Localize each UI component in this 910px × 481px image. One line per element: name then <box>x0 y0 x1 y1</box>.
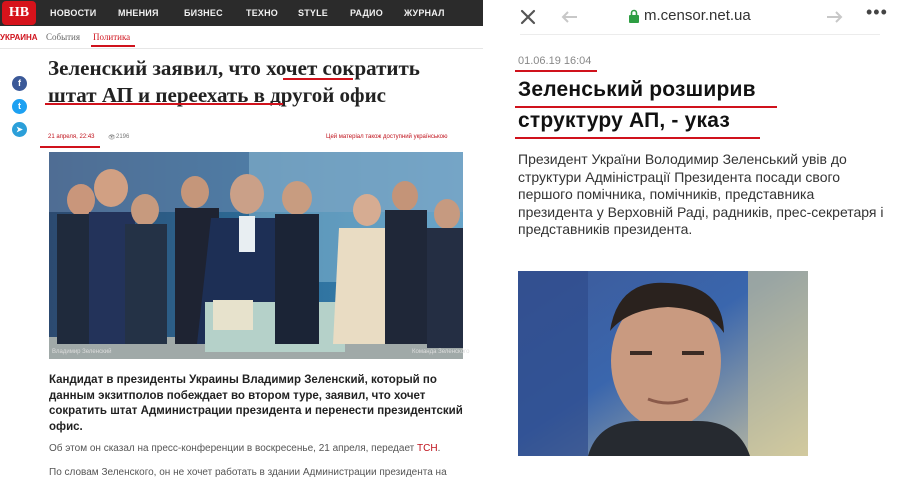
more-menu-icon[interactable]: ••• <box>866 2 888 23</box>
highlight-underline <box>515 106 777 108</box>
site-logo[interactable]: НВ <box>2 1 36 25</box>
article-headline: Зеленський розширив структуру АП, - указ <box>518 74 818 136</box>
article-photo <box>518 271 808 456</box>
section-ukraine[interactable]: УКРАИНА <box>0 33 38 42</box>
twitter-icon[interactable]: t <box>12 99 27 114</box>
photo-credit: Команда Зеленского <box>412 349 470 355</box>
highlight-underline <box>283 78 353 80</box>
nav-radio[interactable]: РАДИО <box>350 0 383 26</box>
paragraph-text: Об этом он сказал на пресс-конференции в… <box>49 443 418 454</box>
headline-line-1: Зеленський розширив <box>518 78 756 101</box>
tab-underline <box>91 45 135 47</box>
source-link[interactable]: ТСН <box>417 443 438 454</box>
photo-caption: Владимир Зеленский <box>52 349 112 355</box>
highlight-underline <box>515 70 597 72</box>
back-arrow-icon[interactable] <box>560 10 578 24</box>
nav-news[interactable]: НОВОСТИ <box>50 0 96 26</box>
tab-politics[interactable]: Политика <box>93 32 130 42</box>
highlight-underline <box>40 146 100 148</box>
article-date: 21 апреля, 22:43 <box>48 134 95 140</box>
headline-line-2: структуру АП, - указ <box>518 109 731 132</box>
eye-icon: 👁 <box>108 135 116 141</box>
sub-nav: УКРАИНА События Политика <box>0 26 483 49</box>
view-count: 2196 <box>116 134 130 140</box>
browser-address-bar: m.censor.net.ua ••• <box>520 0 887 35</box>
highlight-underline <box>515 137 760 139</box>
top-nav-bar: НВ НОВОСТИ МНЕНИЯ БИЗНЕС ТЕХНО STYLE РАД… <box>0 0 483 26</box>
article-paragraph: По словам Зеленского, он не хочет работа… <box>49 467 447 478</box>
nav-tech[interactable]: ТЕХНО <box>246 0 278 26</box>
nav-style[interactable]: STYLE <box>298 0 328 26</box>
left-screenshot: НВ НОВОСТИ МНЕНИЯ БИЗНЕС ТЕХНО STYLE РАД… <box>0 0 483 481</box>
lock-icon <box>629 9 639 23</box>
highlight-underline <box>45 103 283 105</box>
url-text[interactable]: m.censor.net.ua <box>644 7 751 24</box>
paragraph-end: . <box>437 443 441 454</box>
close-icon[interactable] <box>520 9 536 25</box>
forward-arrow-icon[interactable] <box>826 10 844 24</box>
tab-events[interactable]: События <box>46 32 80 42</box>
nav-magazine[interactable]: ЖУРНАЛ <box>404 0 445 26</box>
article-photo <box>49 152 463 359</box>
telegram-icon[interactable]: ➤ <box>12 122 27 137</box>
article-headline: Зеленский заявил, что хочет сократить шт… <box>48 56 420 107</box>
nav-business[interactable]: БИЗНЕС <box>184 0 223 26</box>
article-paragraph: Об этом он сказал на пресс-конференции в… <box>49 442 469 456</box>
language-notice[interactable]: Цей матеріал також доступний українською <box>326 134 448 140</box>
article-date: 01.06.19 16:04 <box>518 55 592 67</box>
article-lede: Кандидат в президенты Украины Владимир З… <box>49 374 463 433</box>
article-body: Президент України Володимир Зеленський у… <box>518 151 884 237</box>
nav-opinions[interactable]: МНЕНИЯ <box>118 0 159 26</box>
facebook-icon[interactable]: f <box>12 76 27 91</box>
